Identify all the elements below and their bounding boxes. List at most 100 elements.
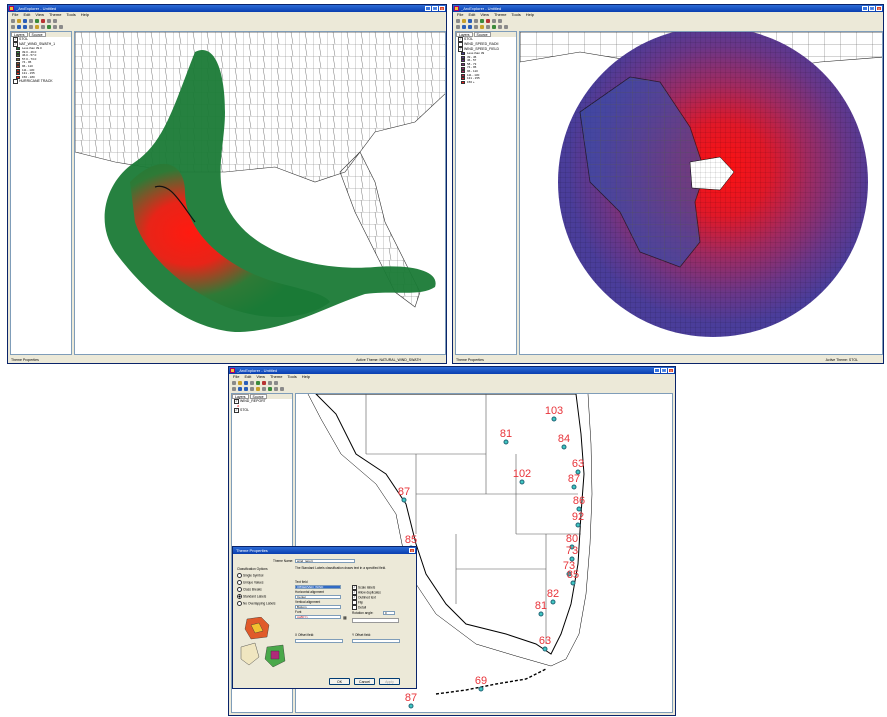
pan-icon[interactable] [29,25,33,29]
tab-source[interactable]: Source [28,32,46,37]
minimize-button[interactable]: _ [654,368,660,373]
font-sample-box[interactable]: AaBbYy [295,615,341,619]
x-offset-field-dropdown[interactable] [295,639,343,643]
save-icon[interactable] [23,19,27,23]
select-icon[interactable] [504,25,508,29]
new-icon[interactable] [11,19,15,23]
zoom-in-icon[interactable] [17,25,21,29]
delete-theme-icon[interactable] [486,19,490,23]
zoom-out-icon[interactable] [244,387,248,391]
text-field-dropdown[interactable]: OBSERVED_WIND [295,585,341,589]
dialog-close-button[interactable]: × [409,548,415,553]
new-icon[interactable] [456,19,460,23]
option-class-breaks[interactable]: Class Breaks [237,587,262,592]
identify-icon[interactable] [480,25,484,29]
identify-icon[interactable] [35,25,39,29]
identify-icon[interactable] [256,387,260,391]
zoom-out-icon[interactable] [468,25,472,29]
y-offset-field-dropdown[interactable] [352,639,400,643]
cancel-button[interactable]: Cancel [354,678,375,685]
measure-icon[interactable] [498,25,502,29]
layer-visibility-checkbox[interactable]: ✓ [234,407,239,413]
zoom-in-icon[interactable] [238,387,242,391]
option-single-symbol[interactable]: Single Symbol [237,573,263,578]
find-icon[interactable] [41,25,45,29]
zoom-in-icon[interactable] [462,25,466,29]
layer-visibility-checkbox[interactable] [13,79,18,85]
title-bar[interactable]: _ArcExplorer - Untitled _ □ × [229,367,675,374]
measure-icon[interactable] [53,25,57,29]
vertical-alignment-dropdown[interactable]: Bottom [295,605,341,609]
minimize-button[interactable]: _ [862,6,868,11]
pointer-icon[interactable] [232,387,236,391]
map-view[interactable] [74,31,446,355]
maximize-button[interactable]: □ [869,6,875,11]
print-icon[interactable] [250,381,254,385]
font-picker-icon[interactable]: ▦ [343,615,347,620]
add-theme-icon[interactable] [256,381,260,385]
dialog-title-bar[interactable]: Theme Properties × [233,547,416,554]
full-extent-icon[interactable] [47,25,51,29]
find-icon[interactable] [262,387,266,391]
open-icon[interactable] [17,19,21,23]
layer-entry[interactable]: ✓ STOL [232,407,292,413]
copy-icon[interactable] [492,19,496,23]
radio-single-symbol[interactable] [237,573,242,578]
apply-button[interactable]: Apply [379,678,400,685]
close-button[interactable]: × [439,6,445,11]
save-icon[interactable] [468,19,472,23]
full-extent-icon[interactable] [492,25,496,29]
maximize-button[interactable]: □ [661,368,667,373]
copy-icon[interactable] [47,19,51,23]
find-icon[interactable] [486,25,490,29]
delete-theme-icon[interactable] [262,381,266,385]
checkbox-detail[interactable] [352,605,357,610]
close-button[interactable]: × [876,6,882,11]
title-bar[interactable]: _ArcExplorer - Untitled _ □ × [8,5,446,12]
select-icon[interactable] [59,25,63,29]
measure-icon[interactable] [274,387,278,391]
save-icon[interactable] [244,381,248,385]
rotation-angle-input[interactable]: 0 [383,611,395,615]
print-icon[interactable] [29,19,33,23]
rotation-slider[interactable] [352,618,399,623]
open-icon[interactable] [462,19,466,23]
select-icon[interactable] [280,387,284,391]
pointer-icon[interactable] [456,25,460,29]
radio-class-breaks[interactable] [237,587,242,592]
help-icon[interactable] [274,381,278,385]
option-standard-labels[interactable]: Standard Labels [237,594,266,599]
add-theme-icon[interactable] [35,19,39,23]
pointer-icon[interactable] [11,25,15,29]
add-theme-icon[interactable] [480,19,484,23]
minimize-button[interactable]: _ [425,6,431,11]
full-extent-icon[interactable] [268,387,272,391]
ok-button[interactable]: OK [329,678,350,685]
radio-no-overlapping-labels[interactable] [237,601,242,606]
map-view[interactable] [519,31,883,355]
pan-icon[interactable] [474,25,478,29]
close-button[interactable]: × [668,368,674,373]
title-bar[interactable]: _ArcExplorer - Untitled _ □ × [453,5,883,12]
radio-standard-labels[interactable] [237,594,242,599]
option-no-overlapping-labels[interactable]: No Overlapping Labels [237,601,275,606]
layer-visibility-checkbox[interactable]: ✓ [13,42,18,47]
zoom-out-icon[interactable] [23,25,27,29]
tab-source[interactable]: Source [473,32,491,37]
help-icon[interactable] [498,19,502,23]
pan-icon[interactable] [250,387,254,391]
copy-icon[interactable] [268,381,272,385]
maximize-button[interactable]: □ [432,6,438,11]
horizontal-alignment-dropdown[interactable]: Center [295,595,341,599]
delete-theme-icon[interactable] [41,19,45,23]
print-icon[interactable] [474,19,478,23]
option-unique-values[interactable]: Unique Values [237,580,264,585]
new-icon[interactable] [232,381,236,385]
check-detail[interactable]: Detail [352,605,366,610]
layer-visibility-checkbox[interactable]: ✓ [458,47,463,52]
help-icon[interactable] [53,19,57,23]
open-icon[interactable] [238,381,242,385]
layer-entry[interactable]: HURRICANE TRACK [11,79,71,85]
theme-name-input[interactable]: wind_report [295,559,355,563]
radio-unique-values[interactable] [237,580,242,585]
